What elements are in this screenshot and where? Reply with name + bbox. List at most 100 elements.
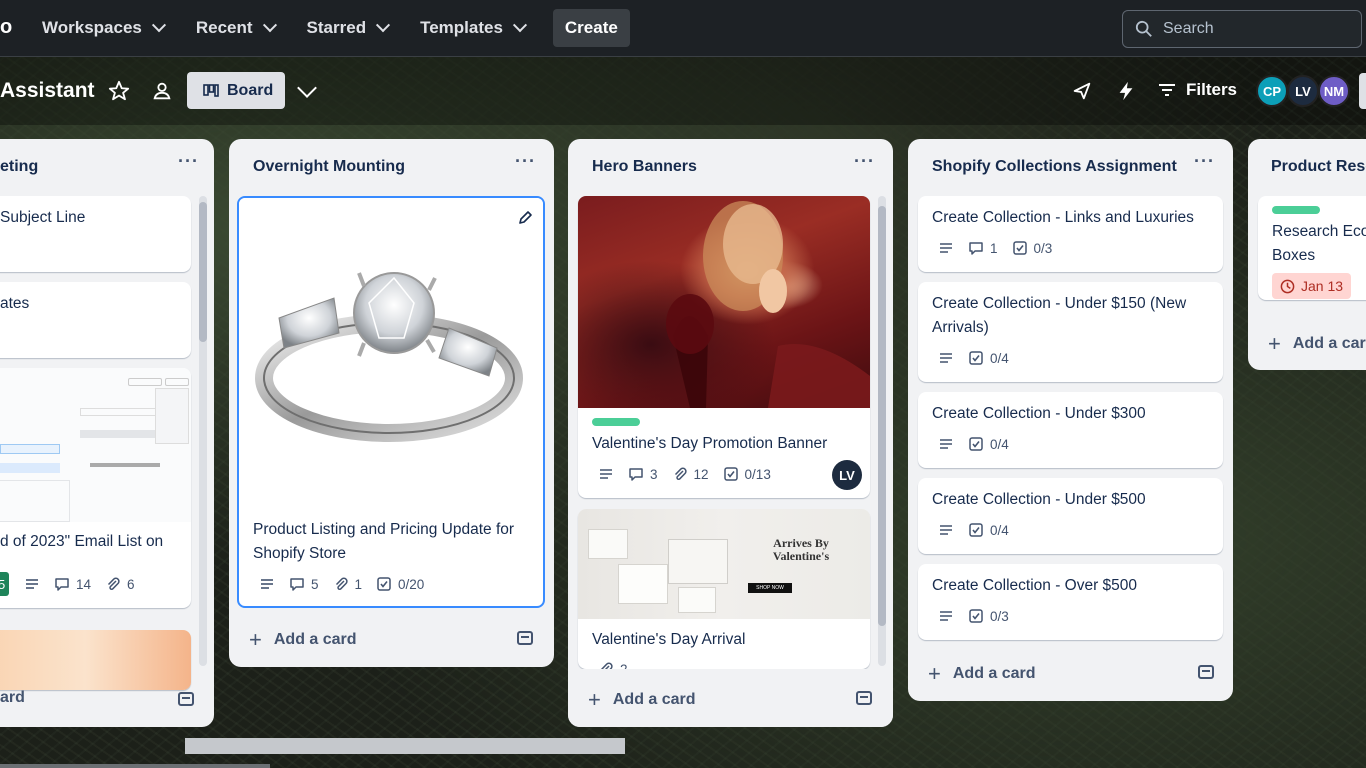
checklist-badge: 0/13 bbox=[723, 466, 771, 482]
list-title[interactable]: Product Rese bbox=[1271, 158, 1366, 176]
list-title[interactable]: Hero Banners bbox=[592, 158, 697, 176]
comments-badge: 3 bbox=[628, 466, 658, 482]
list-card[interactable]: Subject Line bbox=[0, 196, 191, 272]
starred-menu[interactable]: Starred bbox=[293, 9, 403, 47]
board-horizontal-scrollbar[interactable] bbox=[185, 738, 625, 754]
attachments-count: 6 bbox=[127, 576, 135, 592]
attachments-badge: 6 bbox=[105, 576, 135, 592]
add-card-button[interactable]: + Add a car bbox=[1268, 331, 1366, 357]
clock-icon bbox=[1280, 279, 1295, 293]
chevron-down-icon bbox=[512, 18, 527, 33]
description-icon bbox=[940, 243, 952, 253]
scrollbar-thumb[interactable] bbox=[199, 202, 207, 342]
create-from-template-icon[interactable] bbox=[856, 691, 872, 705]
card-title: ates bbox=[0, 295, 30, 312]
list-card[interactable]: Create Collection - Over $500 0/3 bbox=[918, 564, 1223, 640]
list-card[interactable]: Create Collection - Under $300 0/4 bbox=[918, 392, 1223, 468]
list-card[interactable] bbox=[0, 630, 191, 690]
avatar[interactable]: NM bbox=[1318, 75, 1350, 107]
page-scroll-indicator bbox=[0, 764, 270, 768]
ring-image bbox=[255, 272, 523, 442]
create-from-template-icon[interactable] bbox=[517, 631, 533, 645]
list-scrollbar[interactable] bbox=[878, 196, 886, 666]
add-card-label: Add a card bbox=[952, 665, 1036, 682]
search-placeholder: Search bbox=[1163, 20, 1214, 37]
comments-count: 14 bbox=[76, 576, 92, 592]
description-badge bbox=[938, 240, 954, 256]
automation-icon[interactable] bbox=[1115, 80, 1137, 102]
list-card[interactable]: Research Eco Boxes Jan 13 bbox=[1258, 196, 1366, 300]
add-card-label: Add a card bbox=[612, 691, 696, 708]
templates-menu[interactable]: Templates bbox=[406, 9, 539, 47]
description-icon bbox=[261, 579, 273, 589]
rocket-icon[interactable] bbox=[1071, 80, 1093, 102]
list-card[interactable]: Arrives By Valentine's SHOP NOW Valentin… bbox=[578, 509, 870, 669]
workspace-visible-icon[interactable] bbox=[151, 80, 173, 102]
star-icon[interactable] bbox=[108, 80, 130, 102]
list-title[interactable]: Overnight Mounting bbox=[253, 158, 405, 176]
banner-cta: SHOP NOW bbox=[748, 583, 792, 593]
list-card[interactable]: d of 2023" Email List on 5 14 6 bbox=[0, 368, 191, 608]
list-actions-icon[interactable]: ··· bbox=[854, 151, 875, 172]
share-button[interactable] bbox=[1359, 73, 1366, 109]
list-card[interactable]: Create Collection - Under $150 (New Arri… bbox=[918, 282, 1223, 382]
app-logo[interactable]: o bbox=[0, 16, 12, 39]
list-card[interactable]: ates bbox=[0, 282, 191, 358]
card-cover-image: Arrives By Valentine's SHOP NOW bbox=[578, 509, 870, 619]
card-title: Create Collection - Under $150 (New Arri… bbox=[932, 295, 1187, 336]
checklist-icon bbox=[377, 577, 391, 591]
card-cover-image bbox=[0, 630, 191, 690]
due-date-badge[interactable]: Jan 13 bbox=[1272, 273, 1352, 299]
checklist-progress: 0/4 bbox=[990, 350, 1009, 366]
search-input[interactable]: Search bbox=[1122, 10, 1362, 48]
board-view-label: Board bbox=[227, 81, 274, 99]
add-card-button[interactable]: ard bbox=[0, 689, 25, 707]
list-card[interactable]: Create Collection - Links and Luxuries 1… bbox=[918, 196, 1223, 272]
list-actions-icon[interactable]: ··· bbox=[1194, 151, 1215, 172]
attachments-badge: 1 bbox=[333, 576, 362, 592]
card-cover-image bbox=[578, 196, 870, 408]
list-card[interactable]: Valentine's Day Promotion Banner 3 12 0/… bbox=[578, 196, 870, 498]
add-card-button[interactable]: + Add a card bbox=[928, 661, 1036, 687]
avatar[interactable]: CP bbox=[1256, 75, 1288, 107]
card-badges: 2 bbox=[598, 661, 628, 669]
filters-button[interactable]: Filters bbox=[1158, 80, 1237, 100]
add-card-button[interactable]: + Add a card bbox=[588, 687, 696, 713]
green-label[interactable] bbox=[1272, 206, 1320, 214]
list-title[interactable]: eting bbox=[0, 158, 38, 176]
attachment-icon bbox=[107, 577, 120, 590]
description-badge bbox=[938, 436, 954, 452]
checklist-icon bbox=[723, 467, 738, 481]
comment-icon bbox=[969, 242, 983, 255]
avatar[interactable]: LV bbox=[1287, 75, 1319, 107]
list-actions-icon[interactable]: ··· bbox=[178, 151, 199, 172]
comments-badge: 14 bbox=[54, 576, 91, 592]
list-card[interactable]: Product Listing and Pricing Update for S… bbox=[237, 196, 545, 608]
board-title[interactable]: Assistant bbox=[0, 79, 95, 103]
card-member-avatar[interactable]: LV bbox=[832, 460, 862, 490]
list-actions-icon[interactable]: ··· bbox=[515, 151, 536, 172]
create-button[interactable]: Create bbox=[552, 9, 630, 47]
checklist-badge: 0/4 bbox=[968, 350, 1009, 366]
list-card[interactable]: Create Collection - Under $500 0/4 bbox=[918, 478, 1223, 554]
attachments-count: 2 bbox=[620, 661, 628, 670]
description-icon bbox=[600, 469, 612, 479]
workspaces-label: Workspaces bbox=[42, 18, 142, 37]
list-scrollbar[interactable] bbox=[199, 196, 207, 666]
create-from-template-icon[interactable] bbox=[1198, 665, 1214, 679]
attachment-icon bbox=[674, 467, 687, 480]
recent-menu[interactable]: Recent bbox=[182, 9, 289, 47]
edit-pencil-icon[interactable] bbox=[517, 210, 533, 226]
workspaces-menu[interactable]: Workspaces bbox=[28, 9, 178, 47]
list-title[interactable]: Shopify Collections Assignment bbox=[932, 158, 1177, 176]
attachments-badge: 12 bbox=[672, 466, 709, 482]
board-view-button[interactable]: Board bbox=[187, 72, 285, 109]
comments-count: 1 bbox=[990, 240, 998, 256]
list-column: Hero Banners ··· Valentine's Day Promoti… bbox=[568, 139, 893, 727]
scrollbar-thumb[interactable] bbox=[878, 206, 886, 626]
card-title: Create Collection - Over $500 bbox=[932, 577, 1138, 594]
green-label[interactable] bbox=[592, 418, 640, 426]
create-from-template-icon[interactable] bbox=[178, 692, 194, 706]
add-card-button[interactable]: + Add a card bbox=[249, 627, 357, 653]
card-badges: 3 12 0/13 bbox=[598, 466, 771, 482]
